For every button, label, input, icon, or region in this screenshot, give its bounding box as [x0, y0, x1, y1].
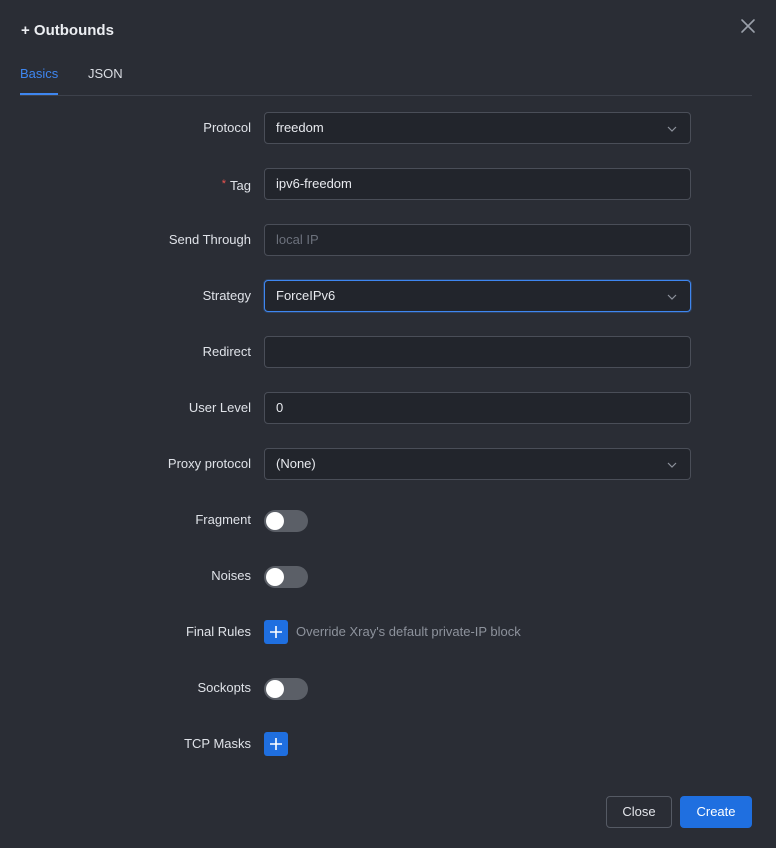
strategy-row: Strategy ForceIPv6	[0, 280, 776, 312]
proxy-protocol-row: Proxy protocol (None)	[0, 448, 776, 480]
protocol-value: freedom	[276, 120, 324, 135]
noises-row: Noises	[0, 560, 776, 592]
create-button[interactable]: Create	[680, 796, 752, 828]
tag-row: * Tag ipv6-freedom	[0, 168, 776, 200]
strategy-value: ForceIPv6	[276, 288, 336, 303]
final-rules-row: Final Rules Override Xray's default priv…	[0, 616, 776, 648]
final-rules-hint: Override Xray's default private-IP block	[296, 624, 521, 639]
proxy-protocol-select[interactable]: (None)	[264, 448, 691, 480]
add-final-rule-button[interactable]	[264, 620, 288, 644]
protocol-row: Protocol freedom	[0, 112, 776, 144]
toggle-knob	[266, 568, 284, 586]
user-level-input[interactable]: 0	[264, 392, 691, 424]
sockopts-label: Sockopts	[197, 680, 251, 695]
final-rules-label: Final Rules	[185, 624, 251, 639]
tab-bar: Basics JSON	[20, 62, 752, 96]
strategy-label: Strategy	[202, 288, 251, 303]
close-button[interactable]: Close	[606, 796, 672, 828]
strategy-select[interactable]: ForceIPv6	[264, 280, 691, 312]
send-through-row: Send Through local IP	[0, 224, 776, 256]
user-level-row: User Level 0	[0, 392, 776, 424]
tab-json[interactable]: JSON	[88, 66, 123, 93]
toggle-knob	[266, 680, 284, 698]
modal-title: + Outbounds	[21, 22, 114, 39]
tcp-masks-label: TCP Masks	[184, 736, 251, 751]
tab-basics[interactable]: Basics	[20, 66, 59, 95]
add-tcp-mask-button[interactable]	[264, 732, 288, 756]
toggle-knob	[266, 512, 284, 530]
noises-toggle[interactable]	[264, 566, 308, 588]
protocol-select[interactable]: freedom	[264, 112, 691, 144]
chevron-down-icon	[667, 462, 677, 468]
close-icon[interactable]	[738, 16, 758, 36]
noises-label: Noises	[211, 568, 251, 583]
sockopts-row: Sockopts	[0, 672, 776, 704]
fragment-toggle[interactable]	[264, 510, 308, 532]
fragment-row: Fragment	[0, 504, 776, 536]
required-mark: *	[221, 178, 227, 190]
tcp-masks-row: TCP Masks	[0, 728, 776, 760]
redirect-row: Redirect	[0, 336, 776, 368]
chevron-down-icon	[667, 126, 677, 132]
chevron-down-icon	[667, 294, 677, 300]
protocol-label: Protocol	[203, 120, 251, 135]
send-through-label: Send Through	[168, 232, 251, 247]
redirect-label: Redirect	[202, 344, 251, 359]
fragment-label: Fragment	[195, 512, 251, 527]
tag-value: ipv6-freedom	[276, 176, 352, 191]
user-level-label: User Level	[188, 400, 251, 415]
send-through-placeholder: local IP	[276, 232, 319, 247]
outbounds-modal: + Outbounds Basics JSON Protocol freedom…	[0, 0, 776, 848]
tag-label-wrap: * Tag	[222, 168, 251, 200]
plus-icon	[270, 738, 282, 750]
tag-label: Tag	[230, 178, 251, 193]
proxy-protocol-value: (None)	[276, 456, 316, 471]
redirect-input[interactable]	[264, 336, 691, 368]
tag-input[interactable]: ipv6-freedom	[264, 168, 691, 200]
plus-icon	[270, 626, 282, 638]
send-through-input[interactable]: local IP	[264, 224, 691, 256]
proxy-protocol-label: Proxy protocol	[167, 456, 251, 471]
sockopts-toggle[interactable]	[264, 678, 308, 700]
user-level-value: 0	[276, 400, 284, 415]
